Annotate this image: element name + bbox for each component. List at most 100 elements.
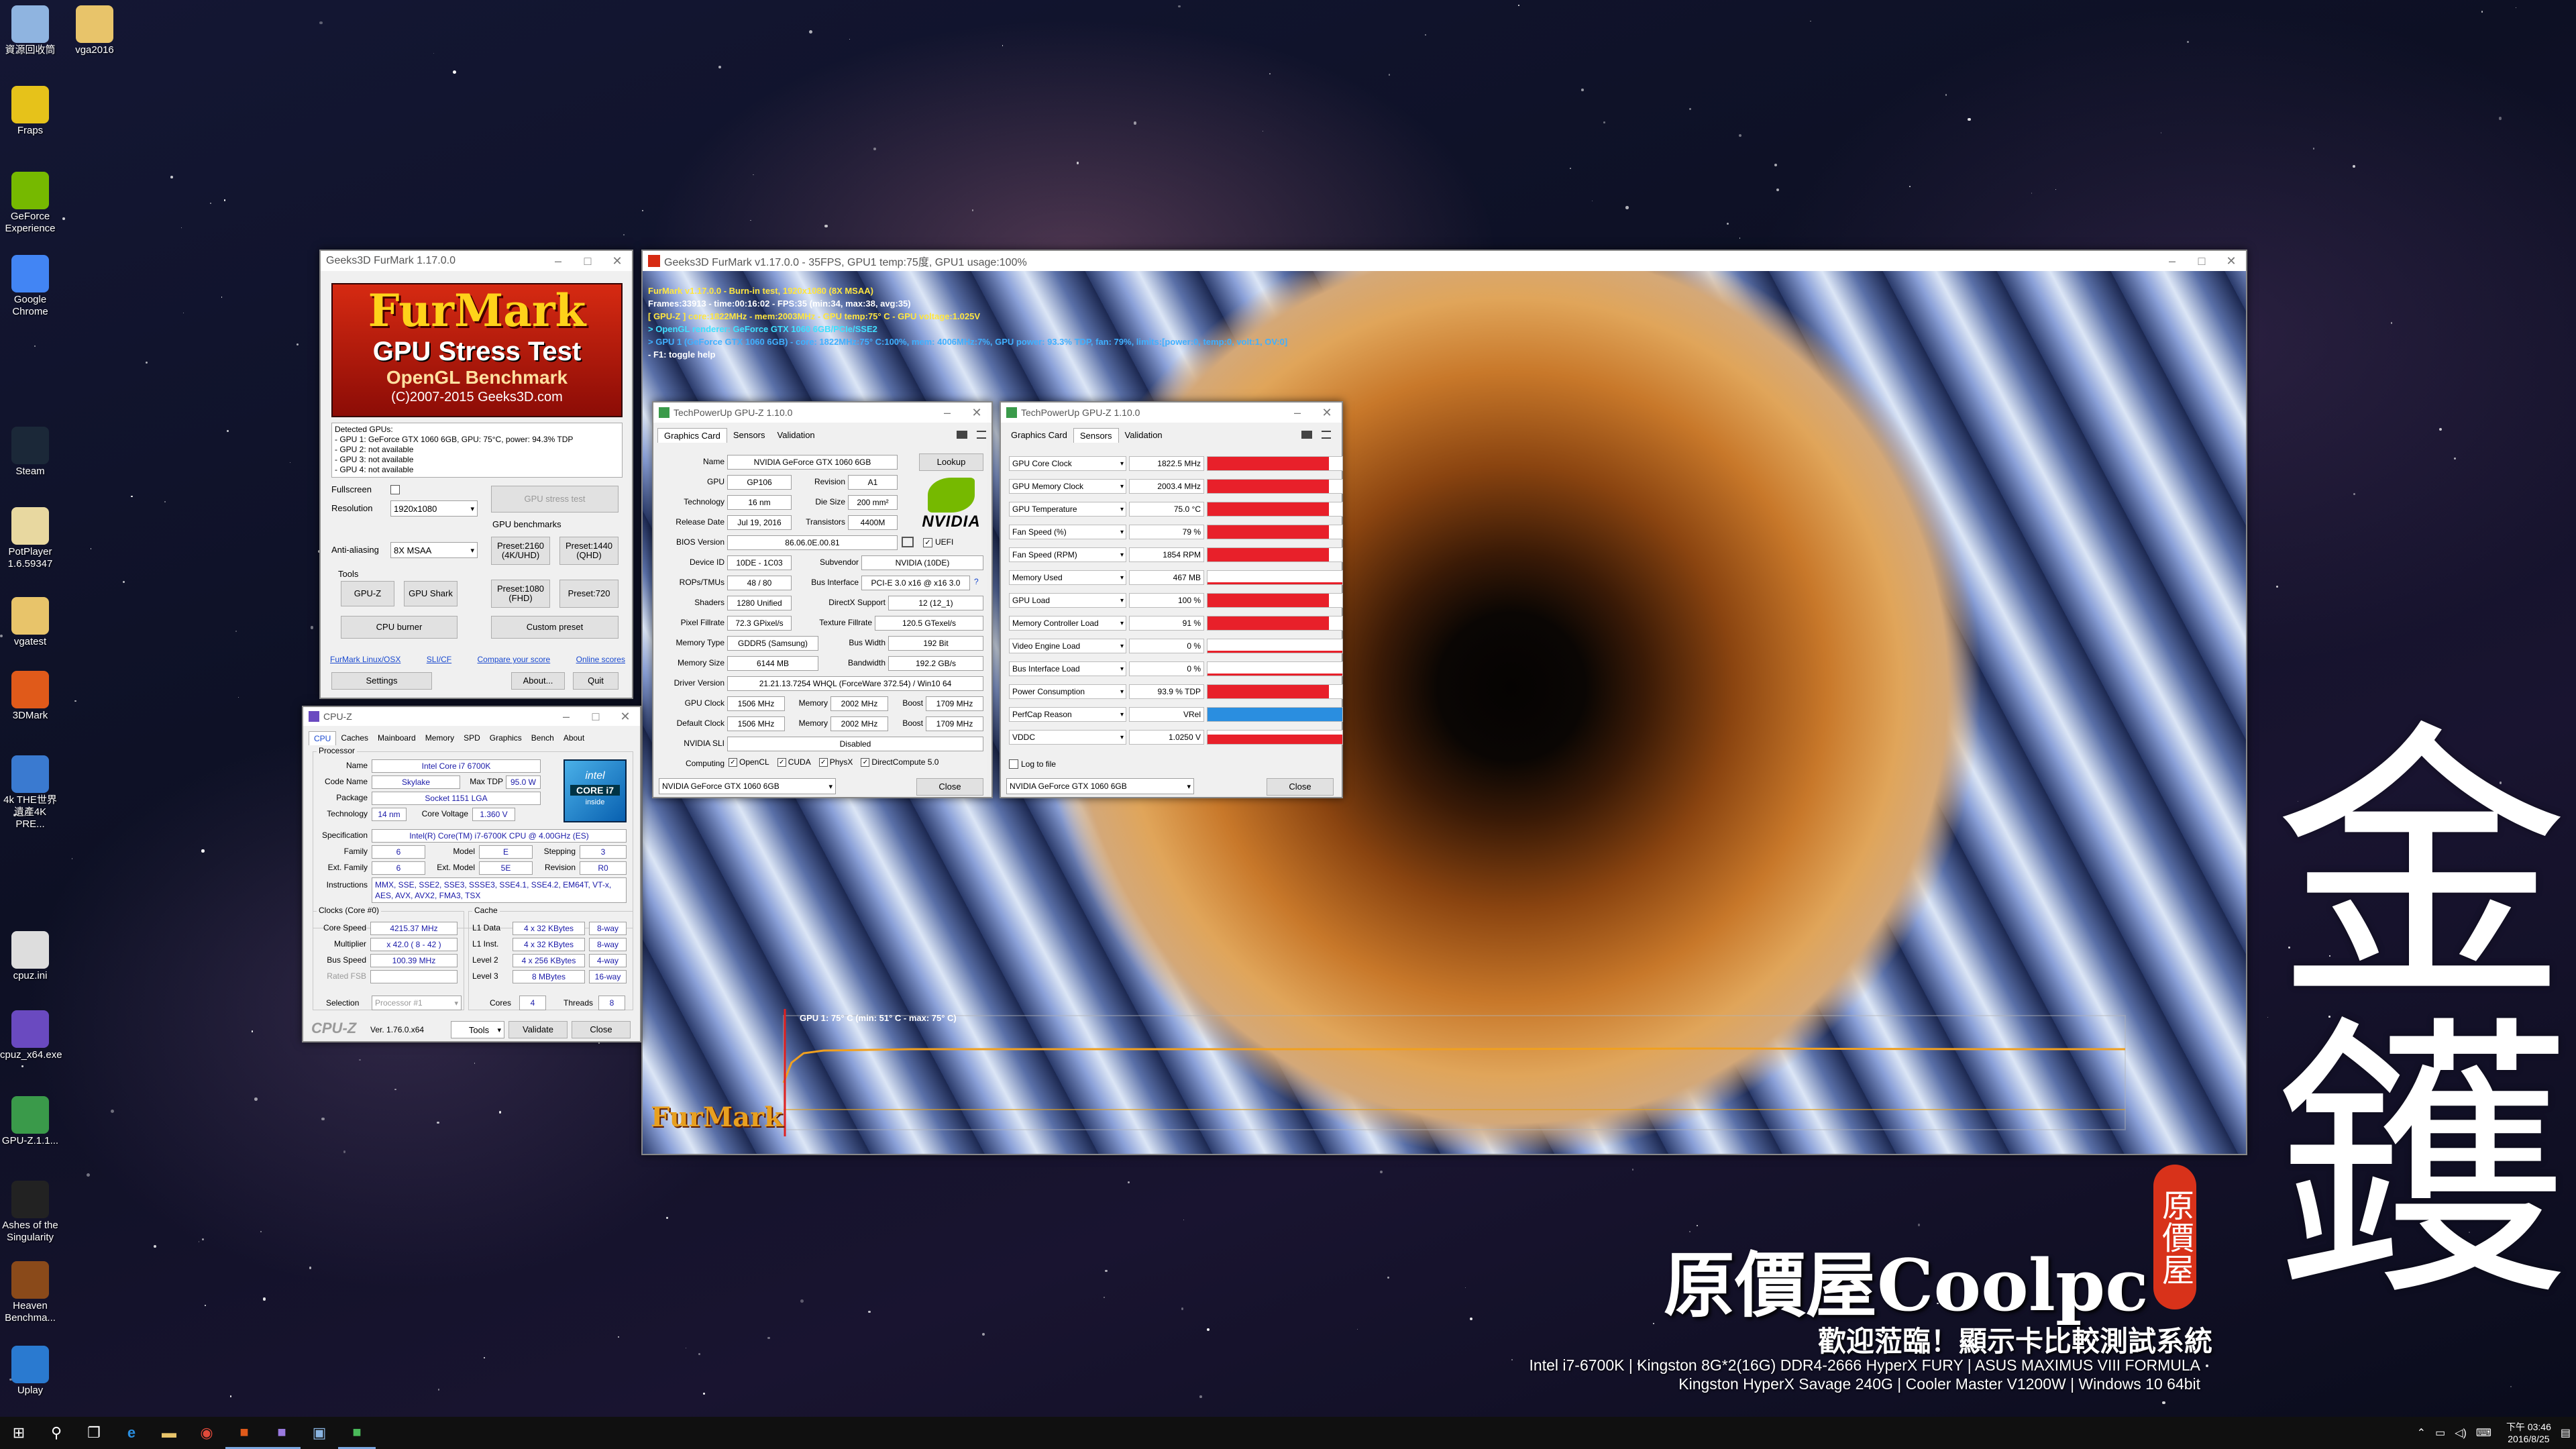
tab-validation[interactable]: Validation bbox=[771, 428, 821, 443]
taskbar-cpuz[interactable]: ■ bbox=[263, 1417, 301, 1449]
processor-select[interactable]: Processor #1 bbox=[372, 996, 462, 1010]
tab-validation[interactable]: Validation bbox=[1119, 428, 1169, 443]
desktop-icon[interactable]: 資源回收筒 bbox=[0, 5, 60, 56]
notifications-icon[interactable]: ▤ bbox=[2561, 1426, 2571, 1440]
sensor-name-dropdown[interactable]: GPU Memory Clock bbox=[1009, 479, 1126, 494]
desktop-icon[interactable]: Steam bbox=[0, 427, 60, 478]
sensor-name-dropdown[interactable]: Memory Controller Load bbox=[1009, 616, 1126, 631]
desktop-icon[interactable]: 4k THE世界 遺產4K PRE... bbox=[0, 755, 60, 830]
desktop-icon[interactable]: cpuz.ini bbox=[0, 931, 60, 982]
furmark-link[interactable]: Compare your score bbox=[478, 655, 551, 664]
close-icon[interactable]: ✕ bbox=[602, 254, 632, 268]
quit-button[interactable]: Quit bbox=[573, 672, 619, 690]
volume-icon[interactable]: ◁) bbox=[2455, 1426, 2467, 1440]
about-button[interactable]: About... bbox=[511, 672, 565, 690]
camera-icon[interactable] bbox=[1301, 431, 1312, 439]
sensor-name-dropdown[interactable]: GPU Load bbox=[1009, 593, 1126, 608]
gpu-card-select[interactable]: NVIDIA GeForce GTX 1060 6GB bbox=[1006, 778, 1194, 794]
tray-expand-icon[interactable]: ⌃ bbox=[2417, 1426, 2426, 1440]
maximize-icon[interactable]: □ bbox=[2187, 254, 2216, 268]
tab-about[interactable]: About bbox=[559, 731, 589, 745]
close-button[interactable]: Close bbox=[916, 778, 983, 796]
close-icon[interactable]: ✕ bbox=[962, 406, 991, 420]
gpuz-titlebar[interactable]: TechPowerUp GPU-Z 1.10.0 – ✕ bbox=[653, 402, 991, 423]
preset-2160-button[interactable]: Preset:2160 (4K/UHD) bbox=[491, 537, 550, 565]
desktop-icon-vga2016[interactable]: vga2016 bbox=[64, 5, 125, 56]
lookup-button[interactable]: Lookup bbox=[919, 453, 983, 471]
desktop-icon[interactable]: Uplay bbox=[0, 1346, 60, 1397]
tab-graphics-card[interactable]: Graphics Card bbox=[657, 428, 727, 443]
close-button[interactable]: Close bbox=[572, 1021, 631, 1038]
clock[interactable]: 下午 03:46 2016/8/25 bbox=[2506, 1421, 2551, 1445]
help-icon[interactable]: ? bbox=[974, 577, 979, 586]
furmark-launcher-titlebar[interactable]: Geeks3D FurMark 1.17.0.0 – □ ✕ bbox=[321, 251, 632, 271]
minimize-icon[interactable]: – bbox=[932, 406, 962, 420]
custom-preset-button[interactable]: Custom preset bbox=[491, 616, 619, 639]
cpu-burner-button[interactable]: CPU burner bbox=[341, 616, 458, 639]
tab-memory[interactable]: Memory bbox=[421, 731, 459, 745]
desktop-icon[interactable]: Heaven Benchma... bbox=[0, 1261, 60, 1324]
desktop-icon[interactable]: Google Chrome bbox=[0, 255, 60, 318]
fullscreen-checkbox[interactable] bbox=[390, 485, 400, 494]
cpuz-titlebar[interactable]: CPU-Z – □ ✕ bbox=[303, 707, 640, 726]
close-icon[interactable]: ✕ bbox=[2216, 254, 2246, 268]
furmark-render-titlebar[interactable]: Geeks3D FurMark v1.17.0.0 - 35FPS, GPU1 … bbox=[643, 251, 2246, 271]
tab-caches[interactable]: Caches bbox=[336, 731, 373, 745]
tab-bench[interactable]: Bench bbox=[527, 731, 559, 745]
close-icon[interactable]: ✕ bbox=[1312, 406, 1342, 420]
share-icon[interactable] bbox=[902, 537, 914, 547]
settings-button[interactable]: Settings bbox=[331, 672, 432, 690]
sensor-name-dropdown[interactable]: PerfCap Reason bbox=[1009, 707, 1126, 722]
gpuz-button[interactable]: GPU-Z bbox=[341, 581, 394, 606]
desktop-icon[interactable]: GPU-Z.1.1... bbox=[0, 1096, 60, 1147]
minimize-icon[interactable]: – bbox=[1283, 406, 1312, 420]
tab-graphics[interactable]: Graphics bbox=[485, 731, 527, 745]
taskbar-furmark[interactable]: ■ bbox=[225, 1417, 263, 1449]
sensor-name-dropdown[interactable]: Fan Speed (RPM) bbox=[1009, 547, 1126, 562]
keyboard-icon[interactable]: ⌨ bbox=[2476, 1426, 2491, 1440]
furmark-link[interactable]: SLI/CF bbox=[427, 655, 451, 664]
desktop-icon[interactable]: GeForce Experience bbox=[0, 172, 60, 235]
sensor-name-dropdown[interactable]: Memory Used bbox=[1009, 570, 1126, 585]
minimize-icon[interactable]: – bbox=[2157, 254, 2187, 268]
close-button[interactable]: Close bbox=[1267, 778, 1334, 796]
maximize-icon[interactable]: □ bbox=[573, 254, 602, 268]
menu-icon[interactable] bbox=[1322, 431, 1331, 439]
furmark-link[interactable]: Online scores bbox=[576, 655, 625, 664]
gpu-stress-test-button[interactable]: GPU stress test bbox=[491, 486, 619, 513]
tab-sensors[interactable]: Sensors bbox=[1073, 428, 1119, 443]
network-icon[interactable]: ▭ bbox=[2435, 1426, 2445, 1440]
maximize-icon[interactable]: □ bbox=[581, 710, 610, 724]
task-view-button[interactable]: ❐ bbox=[75, 1417, 113, 1449]
preset-1440-button[interactable]: Preset:1440 (QHD) bbox=[559, 537, 619, 565]
close-icon[interactable]: ✕ bbox=[610, 710, 640, 724]
preset-720-button[interactable]: Preset:720 bbox=[559, 580, 619, 608]
gpuz-sensors-titlebar[interactable]: TechPowerUp GPU-Z 1.10.0 – ✕ bbox=[1001, 402, 1342, 423]
sensor-name-dropdown[interactable]: Video Engine Load bbox=[1009, 639, 1126, 653]
desktop-icon[interactable]: vgatest bbox=[0, 597, 60, 648]
menu-icon[interactable] bbox=[977, 431, 986, 439]
taskbar-explorer[interactable]: ▬ bbox=[150, 1417, 188, 1449]
camera-icon[interactable] bbox=[957, 431, 967, 439]
preset-1080-button[interactable]: Preset:1080 (FHD) bbox=[491, 580, 550, 608]
furmark-link[interactable]: FurMark Linux/OSX bbox=[330, 655, 400, 664]
validate-button[interactable]: Validate bbox=[508, 1021, 568, 1038]
sensor-name-dropdown[interactable]: Fan Speed (%) bbox=[1009, 525, 1126, 539]
desktop-icon[interactable]: Ashes of the Singularity bbox=[0, 1181, 60, 1244]
tab-sensors[interactable]: Sensors bbox=[727, 428, 771, 443]
sensor-name-dropdown[interactable]: VDDC bbox=[1009, 730, 1126, 745]
desktop-icon[interactable]: PotPlayer 1.6.59347 bbox=[0, 507, 60, 570]
log-to-file-checkbox[interactable] bbox=[1009, 759, 1018, 769]
desktop-icon[interactable]: cpuz_x64.exe bbox=[0, 1010, 62, 1061]
minimize-icon[interactable]: – bbox=[543, 254, 573, 268]
sensor-name-dropdown[interactable]: GPU Core Clock bbox=[1009, 456, 1126, 471]
resolution-select[interactable]: 1920x1080 bbox=[390, 500, 478, 517]
search-button[interactable]: ⚲ bbox=[38, 1417, 75, 1449]
tab-spd[interactable]: SPD bbox=[459, 731, 485, 745]
sensor-name-dropdown[interactable]: Power Consumption bbox=[1009, 684, 1126, 699]
gpu-card-select[interactable]: NVIDIA GeForce GTX 1060 6GB bbox=[659, 778, 836, 794]
tab-graphics-card[interactable]: Graphics Card bbox=[1005, 428, 1073, 443]
taskbar-gpuz[interactable]: ■ bbox=[338, 1417, 376, 1449]
minimize-icon[interactable]: – bbox=[551, 710, 581, 724]
desktop-icon[interactable]: 3DMark bbox=[0, 671, 60, 722]
